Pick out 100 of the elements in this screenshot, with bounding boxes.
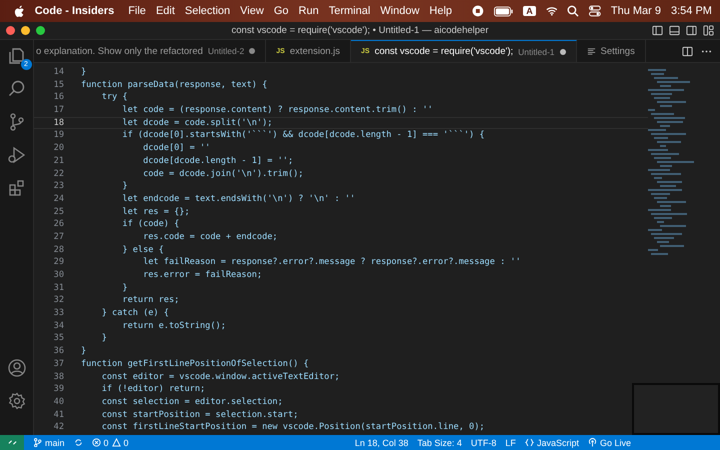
line-ending-status[interactable]: LF (505, 438, 516, 448)
code-line: } (81, 345, 86, 358)
line-number: 35 (52, 332, 65, 346)
menu-item[interactable]: Selection (184, 5, 230, 17)
editor-tab[interactable]: Settings (576, 40, 646, 62)
problems-status[interactable]: 0 0 (92, 438, 129, 448)
line-number: 32 (52, 294, 65, 308)
battery-icon[interactable] (494, 6, 514, 16)
code-line: const editor = vscode.window.activeTextEditor; (100, 370, 340, 384)
cursor-position[interactable]: Ln 18, Col 38 (354, 438, 408, 448)
broadcast-icon (588, 438, 597, 447)
line-number: 14 (52, 66, 65, 79)
tab-size-status[interactable]: Tab Size: 4 (417, 438, 462, 448)
line-number: 28 (52, 244, 65, 256)
code-line: if (!editor) return; (100, 383, 206, 396)
code-line: } else { (121, 244, 164, 256)
run-debug-icon[interactable] (6, 145, 26, 165)
code-line: return e.toString(); (121, 320, 226, 332)
unsaved-dot[interactable] (560, 48, 566, 54)
warning-icon (112, 438, 121, 447)
code-line: dcode[0] = '' (142, 142, 210, 155)
menu-item[interactable]: Terminal (328, 5, 370, 17)
menu-item[interactable]: Go (274, 5, 289, 17)
tab-description: Untitled-1 (518, 46, 555, 56)
language-mode[interactable]: JavaScript (524, 438, 579, 448)
menu-item[interactable]: View (240, 5, 264, 17)
branch-status[interactable]: main (33, 438, 65, 448)
secondary-sidebar-toggle-icon[interactable] (686, 25, 697, 36)
line-number: 42 (52, 421, 65, 434)
sidebar-toggle-icon[interactable] (652, 25, 663, 36)
code-line: } (121, 180, 128, 193)
code-line: return res; (121, 294, 180, 308)
code-line: function getFirstLinePositionOfSelection() { (81, 358, 309, 370)
line-number: 31 (52, 282, 65, 294)
editor-tab[interactable]: o explanation. Show only the refactored Untitled-2 (34, 40, 266, 62)
tab-label: const vscode = require('vscode'); (374, 46, 514, 57)
sync-icon[interactable] (74, 438, 83, 447)
line-number: 26 (52, 218, 65, 231)
account-icon[interactable] (6, 358, 26, 378)
menu-item[interactable]: Window (380, 5, 420, 17)
stop-recording-icon[interactable] (472, 5, 484, 17)
code-line: function parseData(response, text) { (81, 78, 268, 92)
menu-item[interactable]: Help (429, 5, 452, 17)
menu-item[interactable]: File (128, 5, 146, 17)
line-number: 27 (52, 230, 65, 244)
window-title: const vscode = require('vscode'); • Untitled-1 — aicodehelper (230, 25, 490, 36)
settings-list-icon (586, 46, 596, 56)
code-line: const selection = editor.selection; (100, 396, 283, 409)
code-line: } (100, 332, 107, 346)
extensions-icon[interactable] (6, 178, 26, 198)
settings-icon[interactable] (6, 391, 26, 411)
unsaved-dot[interactable] (249, 48, 256, 54)
menu-bar-time[interactable]: 3:54 PM (671, 5, 712, 17)
maximize-button[interactable] (36, 26, 45, 35)
code-line: let res = {}; (121, 206, 190, 218)
wifi-icon[interactable] (546, 5, 558, 17)
code-line: } (121, 282, 128, 294)
code-line: res.error = failReason; (142, 269, 262, 282)
menu-item[interactable]: Run (298, 5, 319, 17)
line-number: 22 (52, 168, 65, 180)
line-number: 18 (52, 116, 65, 130)
panel-toggle-icon[interactable] (669, 25, 680, 36)
code-line: let failReason = response?.error?.message ? response?.error?.message : '' (142, 256, 521, 269)
line-number: 21 (52, 154, 65, 168)
close-button[interactable] (6, 26, 15, 35)
braces-icon (524, 438, 534, 447)
line-number: 29 (52, 256, 65, 269)
code-line: let endcode = text.endsWith('\n') ? '\n' : '' (121, 192, 356, 206)
explorer-icon[interactable] (6, 46, 26, 66)
search-icon[interactable] (567, 5, 580, 17)
line-number: 17 (52, 104, 65, 117)
code-line: } catch (e) { (100, 307, 169, 320)
line-number: 24 (52, 192, 65, 206)
encoding-status[interactable]: UTF-8 (470, 438, 496, 448)
layout-grid-icon[interactable] (703, 25, 714, 36)
tab-label: o explanation. Show only the refactored (36, 46, 203, 56)
error-icon (92, 438, 101, 447)
tab-description: Untitled-2 (208, 46, 244, 56)
line-number: 25 (52, 206, 65, 218)
menu-item[interactable]: Edit (156, 5, 175, 17)
remote-button[interactable] (0, 435, 24, 450)
line-number: 20 (52, 142, 65, 155)
line-number: 16 (52, 91, 65, 104)
code-line: let dcode = code.split('\n'); (121, 116, 272, 130)
menu-bar-date[interactable]: Thu Mar 9 (610, 5, 661, 17)
split-editor-icon[interactable] (682, 46, 693, 56)
code-line: dcode[dcode.length - 1] = ''; (142, 154, 294, 168)
remote-icon (8, 438, 16, 447)
line-number: 30 (52, 269, 65, 282)
minimize-button[interactable] (21, 26, 30, 35)
code-line: if (code) { (121, 218, 180, 231)
apple-logo-icon[interactable] (14, 4, 25, 18)
code-line: code = dcode.join('\n').trim(); (142, 168, 304, 180)
input-source-indicator[interactable]: A (523, 6, 536, 16)
code-line: res.code = code + endcode; (142, 230, 278, 244)
line-number: 39 (52, 383, 65, 396)
line-number: 19 (52, 129, 65, 142)
go-live-button[interactable]: Go Live (588, 438, 631, 448)
control-center-icon[interactable] (589, 5, 601, 17)
app-name-menu[interactable]: Code - Insiders (34, 5, 114, 17)
